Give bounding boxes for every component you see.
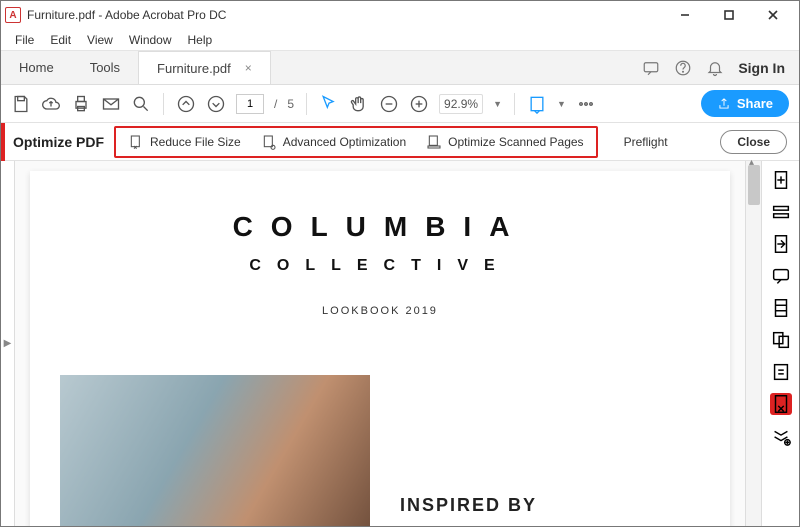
- doc-image: [60, 375, 370, 526]
- export-pdf-icon[interactable]: [770, 233, 792, 255]
- tab-document[interactable]: Furniture.pdf ×: [138, 51, 271, 84]
- window-title: Furniture.pdf - Adobe Acrobat Pro DC: [27, 8, 226, 22]
- optimize-tool-icon[interactable]: [770, 393, 792, 415]
- optimize-accent-strip: [1, 123, 5, 161]
- compress-icon[interactable]: [770, 361, 792, 383]
- page-view[interactable]: COLUMBIA COLLECTIVE LOOKBOOK 2019 INSPIR…: [15, 161, 745, 526]
- scanned-icon: [426, 134, 442, 150]
- doc-heading1: COLUMBIA: [233, 211, 528, 243]
- print-icon[interactable]: [71, 94, 91, 114]
- page-total: 5: [287, 97, 294, 111]
- optimize-scanned-button[interactable]: Optimize Scanned Pages: [416, 130, 593, 154]
- scanned-label: Optimize Scanned Pages: [448, 135, 583, 149]
- advanced-label: Advanced Optimization: [283, 135, 406, 149]
- fit-dropdown-icon[interactable]: ▼: [557, 99, 566, 109]
- tab-bar: Home Tools Furniture.pdf × Sign In: [1, 51, 799, 85]
- scrollbar-thumb[interactable]: [748, 165, 760, 205]
- tab-document-label: Furniture.pdf: [157, 61, 231, 76]
- close-window-button[interactable]: [751, 1, 795, 29]
- more-icon[interactable]: [576, 94, 596, 114]
- doc-inspired-text: INSPIRED BY: [400, 495, 537, 516]
- zoom-value[interactable]: 92.9%: [439, 94, 483, 114]
- pdf-page: COLUMBIA COLLECTIVE LOOKBOOK 2019 INSPIR…: [30, 171, 730, 526]
- menu-edit[interactable]: Edit: [42, 31, 79, 49]
- menu-help[interactable]: Help: [180, 31, 221, 49]
- reduce-icon: [128, 134, 144, 150]
- reduce-file-size-button[interactable]: Reduce File Size: [118, 130, 251, 154]
- reduce-label: Reduce File Size: [150, 135, 241, 149]
- zoom-dropdown-icon[interactable]: ▼: [493, 99, 502, 109]
- chevron-right-icon: ▶: [4, 338, 12, 349]
- optimize-toolbar: Optimize PDF Reduce File Size Advanced O…: [1, 123, 799, 161]
- fit-width-icon[interactable]: [527, 94, 547, 114]
- left-panel-toggle[interactable]: ▶: [1, 161, 15, 526]
- zoom-out-icon[interactable]: [379, 94, 399, 114]
- page-down-icon[interactable]: [206, 94, 226, 114]
- edit-pdf-icon[interactable]: [770, 201, 792, 223]
- create-pdf-icon[interactable]: [770, 169, 792, 191]
- vertical-scrollbar[interactable]: ▴: [745, 161, 761, 526]
- cloud-icon[interactable]: [41, 94, 61, 114]
- menu-file[interactable]: File: [7, 31, 42, 49]
- right-tools-rail: [761, 161, 799, 526]
- preflight-button[interactable]: Preflight: [608, 131, 678, 153]
- page-separator: /: [274, 97, 277, 111]
- advanced-optimization-button[interactable]: Advanced Optimization: [251, 130, 416, 154]
- tab-tools[interactable]: Tools: [72, 51, 138, 84]
- save-icon[interactable]: [11, 94, 31, 114]
- menu-window[interactable]: Window: [121, 31, 180, 49]
- mail-icon[interactable]: [101, 94, 121, 114]
- sign-in-link[interactable]: Sign In: [738, 60, 785, 76]
- content-area: ▶ COLUMBIA COLLECTIVE LOOKBOOK 2019 INSP…: [1, 161, 799, 526]
- tab-home[interactable]: Home: [1, 51, 72, 84]
- share-label: Share: [737, 96, 773, 111]
- bell-icon[interactable]: [706, 59, 724, 77]
- organize-icon[interactable]: [770, 297, 792, 319]
- menu-bar: File Edit View Window Help: [1, 29, 799, 51]
- zoom-in-icon[interactable]: [409, 94, 429, 114]
- optimize-title: Optimize PDF: [13, 134, 104, 150]
- help-icon[interactable]: [674, 59, 692, 77]
- menu-view[interactable]: View: [79, 31, 121, 49]
- chat-icon[interactable]: [642, 59, 660, 77]
- page-number-input[interactable]: [236, 94, 264, 114]
- select-tool-icon[interactable]: [319, 94, 339, 114]
- optimize-button-group: Reduce File Size Advanced Optimization O…: [114, 126, 598, 158]
- advanced-icon: [261, 134, 277, 150]
- more-tools-icon[interactable]: [770, 425, 792, 447]
- comment-icon[interactable]: [770, 265, 792, 287]
- page-up-icon[interactable]: [176, 94, 196, 114]
- combine-icon[interactable]: [770, 329, 792, 351]
- preflight-label: Preflight: [624, 135, 668, 149]
- main-toolbar: / 5 92.9% ▼ ▼ Share: [1, 85, 799, 123]
- share-button[interactable]: Share: [701, 90, 789, 117]
- app-icon: A: [5, 7, 21, 23]
- search-icon[interactable]: [131, 94, 151, 114]
- title-bar: A Furniture.pdf - Adobe Acrobat Pro DC: [1, 1, 799, 29]
- doc-heading2: COLLECTIVE: [249, 257, 510, 275]
- maximize-button[interactable]: [707, 1, 751, 29]
- doc-subtitle: LOOKBOOK 2019: [322, 305, 438, 317]
- tab-close-icon[interactable]: ×: [245, 61, 252, 75]
- minimize-button[interactable]: [663, 1, 707, 29]
- close-optimize-button[interactable]: Close: [720, 130, 787, 154]
- hand-tool-icon[interactable]: [349, 94, 369, 114]
